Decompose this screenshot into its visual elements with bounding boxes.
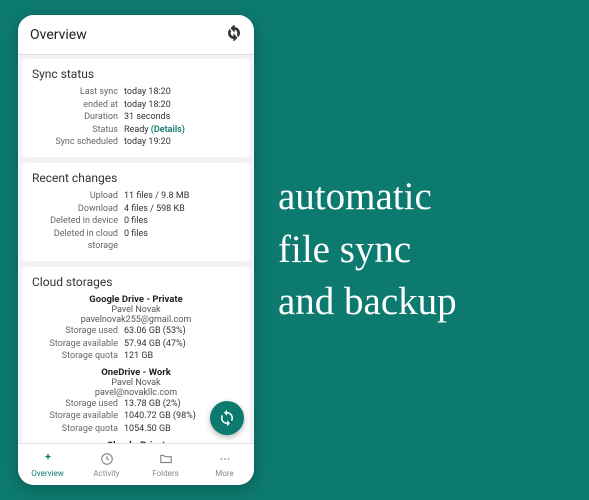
marketing-headline: automatic file sync and backup xyxy=(278,171,457,329)
cloud-storages-title: Cloud storages xyxy=(32,275,240,289)
sync-icon[interactable] xyxy=(226,25,242,45)
folder-icon xyxy=(159,452,173,468)
sparkle-icon xyxy=(41,452,55,468)
bottom-nav: Overview Activity Folders More xyxy=(18,443,254,485)
phone-frame: Overview Sync status Last synctoday 18:2… xyxy=(18,15,254,485)
nav-more[interactable]: More xyxy=(195,444,254,485)
nav-overview[interactable]: Overview xyxy=(18,444,77,485)
dots-icon xyxy=(218,452,232,468)
content-scroll[interactable]: Sync status Last synctoday 18:20 ended a… xyxy=(18,55,254,443)
storage-account[interactable]: OneDrive - Work xyxy=(32,367,240,378)
sync-status-card: Sync status Last synctoday 18:20 ended a… xyxy=(22,59,250,157)
app-bar: Overview xyxy=(18,15,254,55)
details-link[interactable]: (Details) xyxy=(151,125,185,135)
nav-activity[interactable]: Activity xyxy=(77,444,136,485)
clock-icon xyxy=(100,452,114,468)
storage-account[interactable]: Google Drive - Private xyxy=(32,294,240,305)
page-title: Overview xyxy=(30,27,87,43)
sync-status-title: Sync status xyxy=(32,67,240,81)
recent-changes-title: Recent changes xyxy=(32,171,240,185)
nav-folders[interactable]: Folders xyxy=(136,444,195,485)
sync-fab[interactable] xyxy=(210,401,244,435)
recent-changes-card: Recent changes Upload11 files / 9.8 MB D… xyxy=(22,163,250,261)
